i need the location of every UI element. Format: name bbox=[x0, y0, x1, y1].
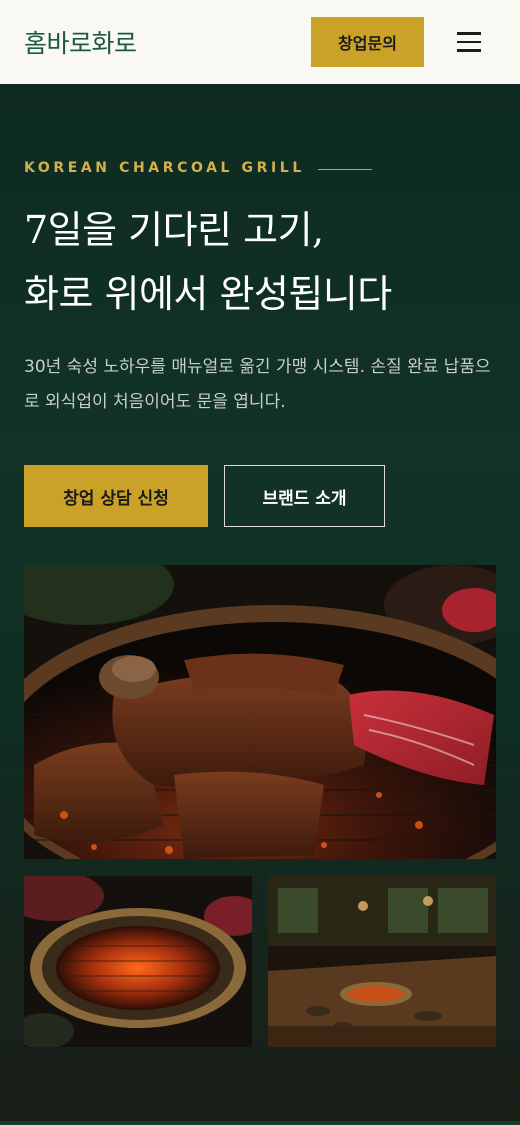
menu-line bbox=[457, 49, 481, 52]
grilled-beef-photo bbox=[24, 565, 496, 859]
headline-line-2: 화로 위에서 완성됩니다 bbox=[24, 272, 392, 316]
inquiry-button[interactable]: 창업문의 bbox=[311, 17, 424, 67]
section-divider bbox=[0, 1121, 520, 1125]
hamburger-menu-icon[interactable] bbox=[452, 27, 486, 57]
consultation-button[interactable]: 창업 상담 신청 bbox=[24, 465, 208, 527]
charcoal-grill-photo bbox=[24, 876, 252, 1047]
site-header: 홈바로화로 창업문의 bbox=[0, 0, 520, 84]
headline-line-1: 7일을 기다린 고기, bbox=[24, 208, 324, 252]
menu-line bbox=[457, 40, 481, 44]
brand-logo[interactable]: 홈바로화로 bbox=[24, 24, 137, 60]
restaurant-interior-photo bbox=[268, 876, 496, 1047]
brand-intro-button[interactable]: 브랜드 소개 bbox=[224, 465, 385, 527]
hero-headline: 7일을 기다린 고기, 화로 위에서 완성됩니다 bbox=[24, 198, 504, 326]
eyebrow-rule bbox=[318, 169, 372, 170]
hero-description: 30년 숙성 노하우를 매뉴얼로 옮긴 가맹 시스템. 손질 완료 납품으로 외… bbox=[24, 357, 491, 412]
hero-eyebrow: KOREAN CHARCOAL GRILL bbox=[24, 160, 305, 176]
menu-line bbox=[457, 32, 481, 35]
